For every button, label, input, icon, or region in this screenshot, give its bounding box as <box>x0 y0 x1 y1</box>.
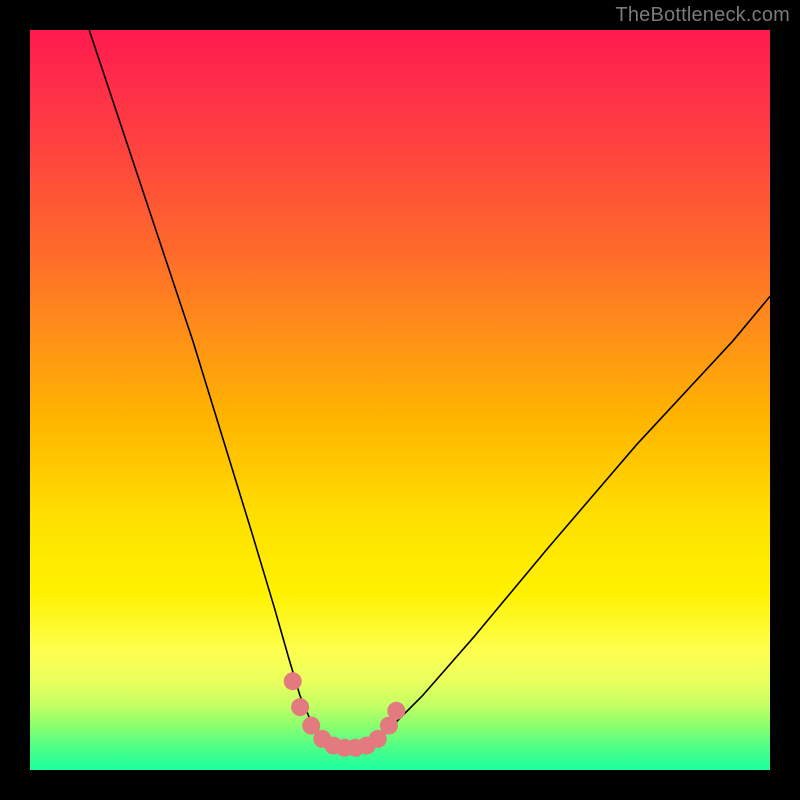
marker-point <box>291 698 309 716</box>
marker-point <box>284 672 302 690</box>
watermark-text: TheBottleneck.com <box>615 4 790 27</box>
marker-group <box>284 672 406 757</box>
chart-svg <box>30 30 770 770</box>
marker-point <box>387 702 405 720</box>
bottleneck-curve <box>89 30 770 748</box>
chart-frame: TheBottleneck.com <box>0 0 800 800</box>
plot-area <box>30 30 770 770</box>
